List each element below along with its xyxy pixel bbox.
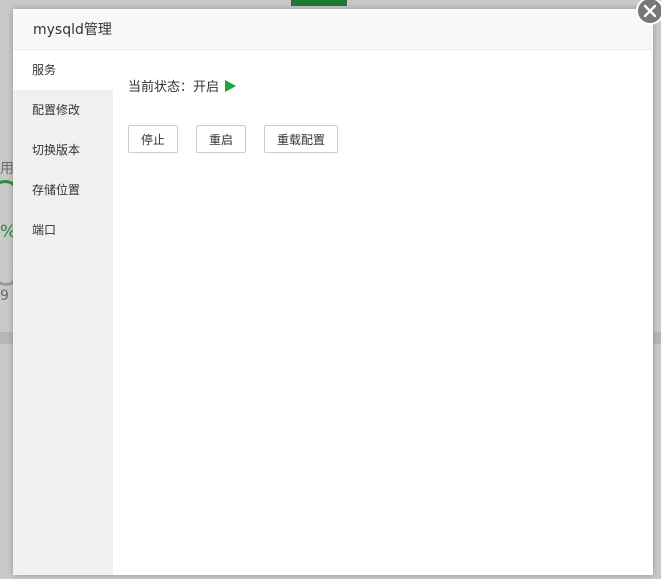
service-panel: 当前状态：开启 停止 重启 重载配置 <box>113 50 653 575</box>
stop-button[interactable]: 停止 <box>128 125 179 153</box>
sidebar-item-switch-version[interactable]: 切换版本 <box>13 130 113 170</box>
status-label: 当前状态：开启 <box>128 80 220 95</box>
mysqld-manager-dialog: mysqld管理 服务 配置修改 切换版本 存储位置 端口 当前状态：开启 停止… <box>13 9 653 575</box>
background-green-tab <box>291 0 347 6</box>
play-icon <box>225 79 237 92</box>
sidebar-item-storage-location[interactable]: 存储位置 <box>13 170 113 210</box>
sidebar-item-config-edit[interactable]: 配置修改 <box>13 90 113 130</box>
reload-config-button[interactable]: 重载配置 <box>264 125 339 153</box>
dialog-sidebar: 服务 配置修改 切换版本 存储位置 端口 <box>13 50 113 575</box>
sidebar-item-port[interactable]: 端口 <box>13 210 113 250</box>
dialog-title: mysqld管理 <box>33 22 112 38</box>
restart-button[interactable]: 重启 <box>196 125 247 153</box>
service-status: 当前状态：开启 <box>128 76 237 95</box>
close-button[interactable] <box>636 0 661 25</box>
service-actions: 停止 重启 重载配置 <box>128 125 339 153</box>
close-icon <box>643 4 657 18</box>
dialog-header: mysqld管理 <box>13 9 653 50</box>
sidebar-item-service[interactable]: 服务 <box>13 50 113 90</box>
dialog-body: 服务 配置修改 切换版本 存储位置 端口 当前状态：开启 停止 重启 重载配置 <box>13 50 653 575</box>
background-text-fragment: 用 <box>0 161 14 177</box>
